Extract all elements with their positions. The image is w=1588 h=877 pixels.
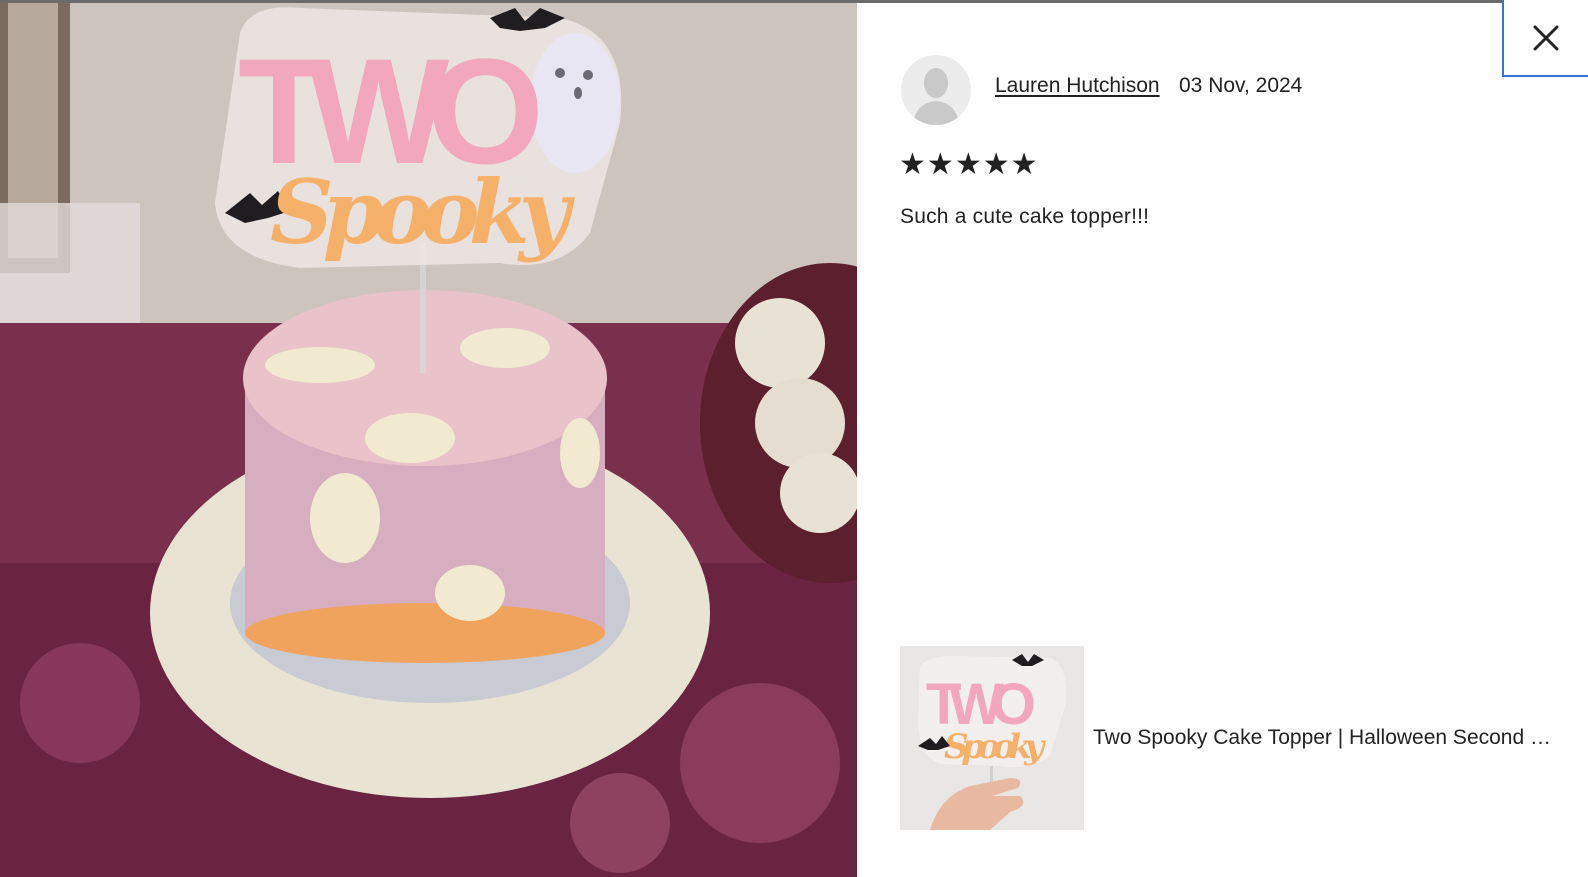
close-button[interactable]	[1502, 0, 1588, 77]
cake-photo-illustration: TWO Spooky	[0, 3, 857, 877]
star-icon: ★	[899, 148, 926, 181]
reviewer-avatar	[901, 55, 971, 125]
review-photo: TWO Spooky	[0, 3, 857, 877]
review-panel: Lauren Hutchison 03 Nov, 2024 ★ ★ ★ ★ ★ …	[857, 0, 1588, 877]
star-icon: ★	[926, 148, 954, 181]
avatar-placeholder-icon	[901, 55, 971, 125]
star-icon: ★	[982, 148, 1010, 181]
review-text: Such a cute cake topper!!!	[900, 205, 1150, 228]
product-thumbnail[interactable]: TWO Spooky	[900, 646, 1084, 830]
star-icon: ★	[954, 148, 982, 181]
svg-text:Spooky: Spooky	[944, 727, 1046, 767]
product-link[interactable]: TWO Spooky Two Spooky Cake Topper | Hall…	[900, 646, 1555, 830]
star-icon: ★	[1010, 148, 1038, 181]
close-icon	[1533, 25, 1559, 50]
reviewer-name-link[interactable]: Lauren Hutchison	[995, 74, 1160, 98]
review-date: 03 Nov, 2024	[1179, 74, 1303, 97]
topper-text-spooky: Spooky	[270, 160, 576, 264]
product-thumbnail-image: TWO Spooky	[900, 646, 1084, 830]
star-rating: ★ ★ ★ ★ ★	[899, 150, 1038, 180]
product-title[interactable]: Two Spooky Cake Topper | Halloween Secon…	[1093, 726, 1555, 750]
